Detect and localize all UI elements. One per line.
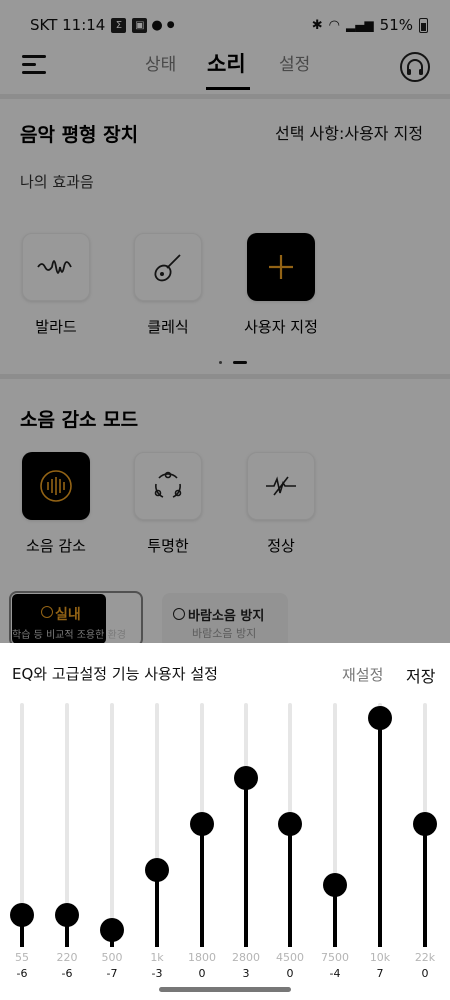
eq-knob[interactable] xyxy=(10,903,34,928)
eq-freq-label: 4500 xyxy=(276,951,304,964)
eq-freq-label: 7500 xyxy=(321,951,349,964)
eq-freq-label: 55 xyxy=(15,951,29,964)
save-button[interactable]: 저장 xyxy=(406,663,435,687)
eq-gain-label: 0 xyxy=(198,967,206,980)
eq-gain-label: 3 xyxy=(242,967,250,980)
eq-knob[interactable] xyxy=(323,872,347,897)
eq-knob[interactable] xyxy=(368,705,392,730)
home-indicator[interactable] xyxy=(159,987,291,992)
eq-freq-label: 500 xyxy=(101,951,123,964)
eq-gain-label: -6 xyxy=(61,967,73,980)
eq-gain-label: -3 xyxy=(151,967,163,980)
eq-sheet-title: EQ와 고급설정 기능 사용자 설정 xyxy=(12,665,218,683)
eq-knob[interactable] xyxy=(413,812,437,836)
eq-stem xyxy=(244,778,248,947)
eq-gain-label: 0 xyxy=(421,967,429,980)
eq-freq-label: 1800 xyxy=(188,951,216,964)
eq-freq-label: 10k xyxy=(369,951,391,964)
eq-stem xyxy=(423,824,427,947)
reset-button[interactable]: 재설정 xyxy=(342,664,383,685)
eq-stem xyxy=(378,717,382,947)
eq-freq-label: 1k xyxy=(150,951,164,964)
eq-freq-label: 22k xyxy=(414,951,436,964)
eq-gain-label: -6 xyxy=(16,967,28,980)
eq-knob[interactable] xyxy=(145,857,169,882)
eq-stem xyxy=(288,824,292,947)
eq-stem xyxy=(200,824,204,947)
eq-gain-label: -7 xyxy=(106,967,118,980)
eq-knob[interactable] xyxy=(278,812,302,836)
eq-gain-label: 7 xyxy=(376,967,384,980)
eq-freq-label: 220 xyxy=(56,951,78,964)
eq-track[interactable] xyxy=(110,703,114,947)
eq-freq-label: 2800 xyxy=(232,951,260,964)
eq-gain-label: 0 xyxy=(286,967,294,980)
eq-knob[interactable] xyxy=(55,903,79,928)
eq-knob[interactable] xyxy=(190,812,214,836)
eq-gain-label: -4 xyxy=(329,967,341,980)
modal-backdrop[interactable] xyxy=(0,0,450,643)
